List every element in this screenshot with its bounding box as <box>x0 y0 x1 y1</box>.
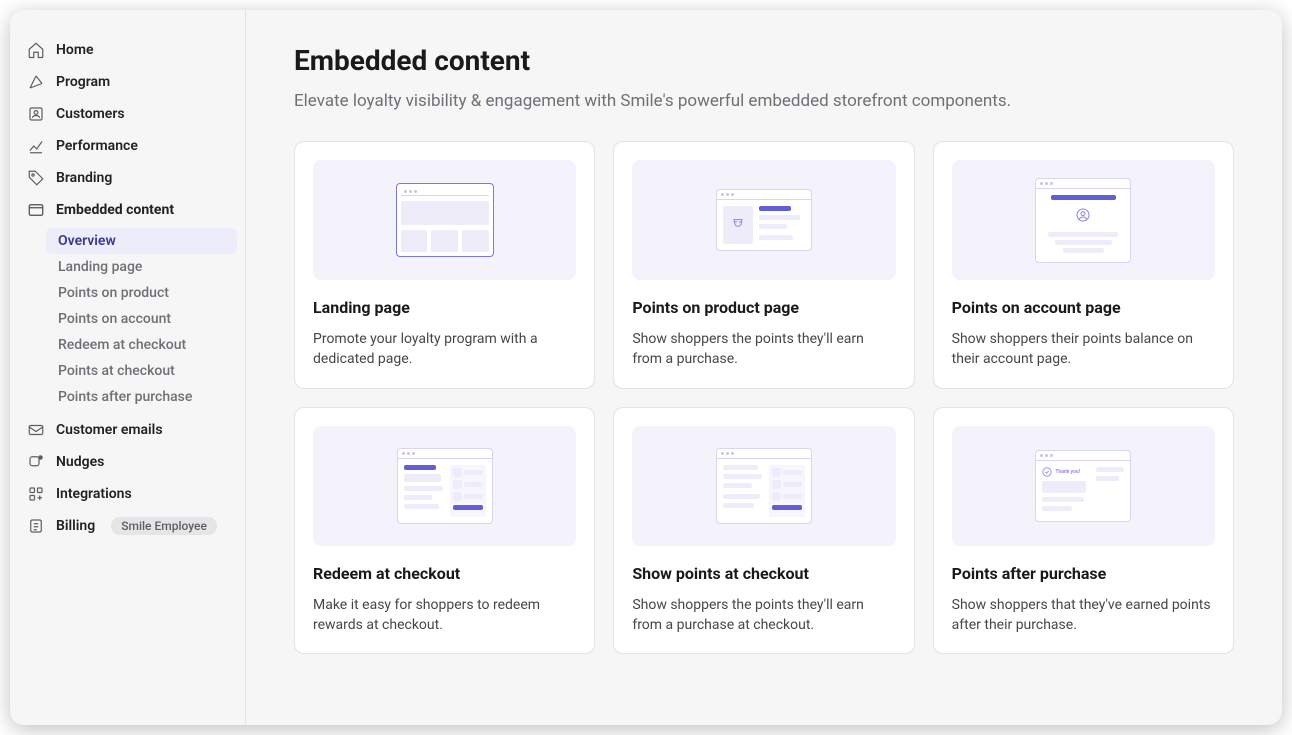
embedded-icon <box>26 200 46 220</box>
card-title: Points on account page <box>952 298 1215 317</box>
customers-icon <box>26 104 46 124</box>
cards-grid: Landing page Promote your loyalty progra… <box>294 141 1234 654</box>
card-preview <box>313 160 576 280</box>
page-title: Embedded content <box>294 44 1234 77</box>
card-show-points-at-checkout[interactable]: Show points at checkout Show shoppers th… <box>613 407 914 655</box>
nudges-icon <box>26 452 46 472</box>
sidebar-item-label: Customer emails <box>56 422 163 438</box>
sidebar-item-branding[interactable]: Branding <box>18 162 237 194</box>
sidebar-item-label: Embedded content <box>56 202 174 218</box>
sidebar-item-nudges[interactable]: Nudges <box>18 446 237 478</box>
card-points-on-account[interactable]: Points on account page Show shoppers the… <box>933 141 1234 389</box>
sidebar-item-program[interactable]: Program <box>18 66 237 98</box>
branding-icon <box>26 168 46 188</box>
card-desc: Promote your loyalty program with a dedi… <box>313 329 576 370</box>
embedded-subitems: Overview Landing page Points on product … <box>18 228 237 410</box>
card-points-on-product[interactable]: Points on product page Show shoppers the… <box>613 141 914 389</box>
performance-icon <box>26 136 46 156</box>
subitem-landing-page[interactable]: Landing page <box>18 254 237 280</box>
card-title: Points after purchase <box>952 564 1215 583</box>
subitem-points-on-product[interactable]: Points on product <box>18 280 237 306</box>
card-points-after-purchase[interactable]: Thank you! P <box>933 407 1234 655</box>
billing-badge: Smile Employee <box>111 517 217 535</box>
card-desc: Show shoppers the points they'll earn fr… <box>632 329 895 370</box>
card-desc: Make it easy for shoppers to redeem rewa… <box>313 595 576 636</box>
sidebar-item-label: Branding <box>56 170 112 186</box>
sidebar-item-label: Home <box>56 42 94 58</box>
sidebar: Home Program Customers Performance Brand… <box>10 10 246 725</box>
card-redeem-at-checkout[interactable]: Redeem at checkout Make it easy for shop… <box>294 407 595 655</box>
sidebar-item-customer-emails[interactable]: Customer emails <box>18 414 237 446</box>
card-landing-page[interactable]: Landing page Promote your loyalty progra… <box>294 141 595 389</box>
card-preview <box>313 426 576 546</box>
card-desc: Show shoppers the points they'll earn fr… <box>632 595 895 636</box>
sidebar-item-label: Integrations <box>56 486 132 502</box>
integrations-icon <box>26 484 46 504</box>
card-title: Landing page <box>313 298 576 317</box>
sidebar-item-label: Customers <box>56 106 125 122</box>
sidebar-item-customers[interactable]: Customers <box>18 98 237 130</box>
subitem-points-on-account[interactable]: Points on account <box>18 306 237 332</box>
billing-icon <box>26 516 46 536</box>
subitem-overview[interactable]: Overview <box>46 228 237 254</box>
card-desc: Show shoppers their points balance on th… <box>952 329 1215 370</box>
sidebar-item-integrations[interactable]: Integrations <box>18 478 237 510</box>
sidebar-item-label: Nudges <box>56 454 104 470</box>
home-icon <box>26 40 46 60</box>
card-preview <box>632 426 895 546</box>
sidebar-item-performance[interactable]: Performance <box>18 130 237 162</box>
card-title: Points on product page <box>632 298 895 317</box>
page-subtitle: Elevate loyalty visibility & engagement … <box>294 91 1234 111</box>
subitem-points-at-checkout[interactable]: Points at checkout <box>18 358 237 384</box>
email-icon <box>26 420 46 440</box>
sidebar-item-label: Billing <box>56 518 95 534</box>
sidebar-item-label: Program <box>56 74 110 90</box>
subitem-points-after-purchase[interactable]: Points after purchase <box>18 384 237 410</box>
sidebar-item-billing[interactable]: Billing Smile Employee <box>18 510 237 542</box>
card-preview <box>952 160 1215 280</box>
card-preview <box>632 160 895 280</box>
card-preview: Thank you! <box>952 426 1215 546</box>
sidebar-item-embedded-content[interactable]: Embedded content <box>18 194 237 226</box>
card-title: Redeem at checkout <box>313 564 576 583</box>
sidebar-item-label: Performance <box>56 138 138 154</box>
subitem-redeem-at-checkout[interactable]: Redeem at checkout <box>18 332 237 358</box>
main-content: Embedded content Elevate loyalty visibil… <box>246 10 1282 725</box>
program-icon <box>26 72 46 92</box>
card-title: Show points at checkout <box>632 564 895 583</box>
app-frame: Home Program Customers Performance Brand… <box>10 10 1282 725</box>
sidebar-item-home[interactable]: Home <box>18 34 237 66</box>
card-desc: Show shoppers that they've earned points… <box>952 595 1215 636</box>
